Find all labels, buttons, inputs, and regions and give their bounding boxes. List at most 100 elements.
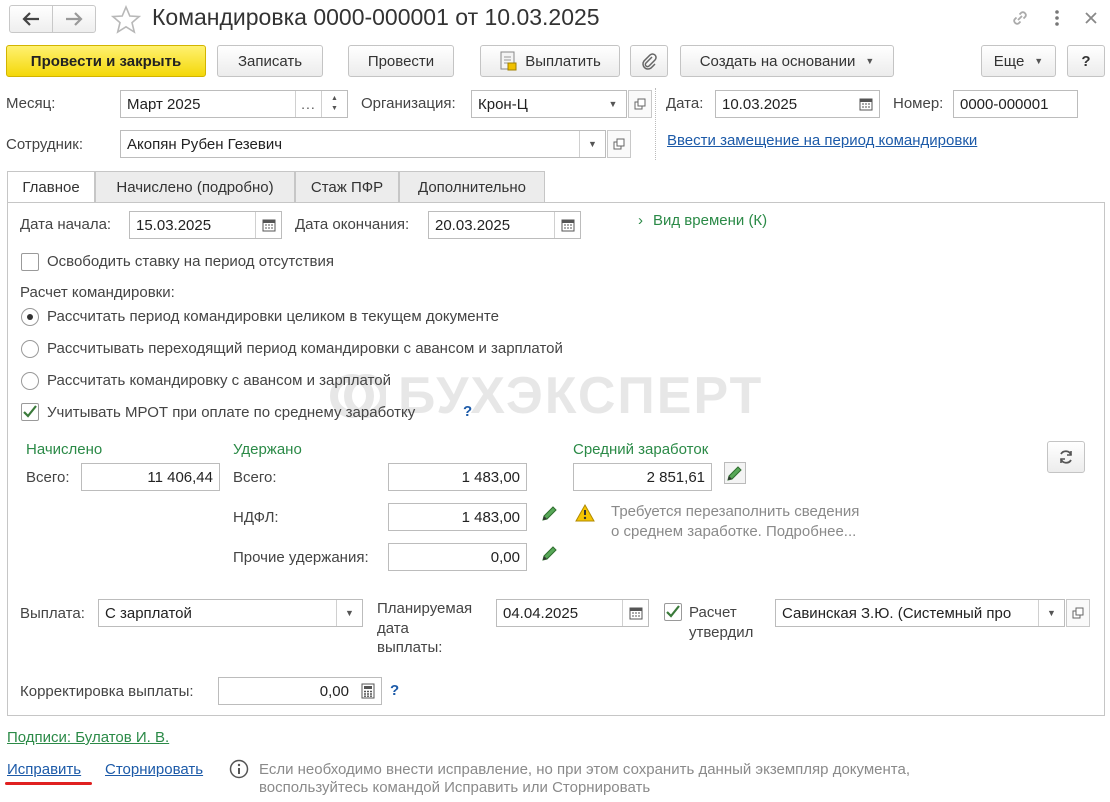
- start-date-field[interactable]: 15.03.2025: [129, 211, 282, 239]
- signatures-link[interactable]: Подписи: Булатов И. В.: [7, 729, 169, 746]
- pay-button-label: Выплатить: [525, 52, 601, 70]
- calendar-icon[interactable]: [622, 600, 648, 626]
- star-icon[interactable]: [111, 5, 141, 35]
- mrot-help-icon[interactable]: ?: [463, 403, 472, 420]
- edit-other-deductions-pencil-icon[interactable]: [540, 543, 560, 563]
- dropdown-arrow-icon: ▼: [865, 56, 875, 66]
- end-date-field[interactable]: 20.03.2025: [428, 211, 581, 239]
- accrued-title: Начислено: [26, 441, 103, 458]
- approved-label-1: Расчет: [689, 604, 737, 621]
- free-rate-checkbox[interactable]: [21, 253, 39, 271]
- open-window-icon: [1072, 607, 1084, 619]
- number-label: Номер:: [893, 95, 944, 112]
- pencil-icon: [727, 466, 742, 481]
- calc-title: Расчет командировки:: [20, 284, 175, 301]
- chevron-down-icon[interactable]: ▼: [600, 91, 626, 117]
- storno-link[interactable]: Сторнировать: [105, 761, 203, 778]
- calendar-icon[interactable]: [255, 212, 281, 238]
- month-field[interactable]: Март 2025 ... ▲ ▼: [120, 90, 348, 118]
- pay-button[interactable]: Выплатить: [480, 45, 620, 77]
- save-button[interactable]: Записать: [217, 45, 323, 77]
- edit-ndfl-pencil-icon[interactable]: [540, 503, 560, 523]
- correction-help-icon[interactable]: ?: [390, 682, 399, 699]
- warning-icon: [575, 504, 595, 522]
- calendar-icon[interactable]: [554, 212, 580, 238]
- warning-text-line1: Требуется перезаполнить сведения: [611, 503, 860, 520]
- number-field[interactable]: 0000-000001: [953, 90, 1078, 118]
- watermark-text: БУХЭКСПЕРТ: [398, 367, 764, 425]
- more-button-label: Еще: [993, 52, 1025, 70]
- month-spinner[interactable]: ▲ ▼: [321, 91, 347, 117]
- calendar-icon[interactable]: [853, 91, 879, 117]
- payment-value: С зарплатой: [105, 604, 192, 622]
- fix-red-underline: [5, 782, 92, 785]
- planned-date-label-2: дата: [377, 620, 409, 637]
- tab-additional[interactable]: Дополнительно: [399, 171, 545, 202]
- approved-checkbox[interactable]: [664, 603, 682, 621]
- ndfl-label: НДФЛ:: [233, 509, 279, 526]
- radio-with-advance[interactable]: [21, 372, 39, 390]
- calculator-icon[interactable]: [355, 678, 381, 704]
- avg-earnings-title: Средний заработок: [573, 441, 709, 458]
- warning-text-line2[interactable]: о среднем заработке. Подробнее...: [611, 523, 856, 540]
- more-button[interactable]: Еще ▼: [981, 45, 1056, 77]
- post-button[interactable]: Провести: [348, 45, 454, 77]
- tab-accrued-detail[interactable]: Начислено (подробно): [95, 171, 295, 202]
- forward-button[interactable]: [52, 5, 96, 33]
- close-icon[interactable]: [1083, 10, 1099, 26]
- avg-earnings-field: 2 851,61: [573, 463, 712, 491]
- employee-field[interactable]: Акопян Рубен Гезевич ▼: [120, 130, 606, 158]
- tab-pfr-experience[interactable]: Стаж ПФР: [295, 171, 399, 202]
- radio-whole-period-label: Рассчитать период командировки целиком в…: [47, 308, 499, 325]
- radio-whole-period[interactable]: [21, 308, 39, 326]
- open-approved-by-button[interactable]: [1066, 599, 1090, 627]
- open-organization-button[interactable]: [628, 90, 652, 118]
- replacement-link[interactable]: Ввести замещение на период командировки: [667, 132, 977, 149]
- arrow-left-icon: [22, 12, 39, 26]
- refresh-button[interactable]: [1047, 441, 1085, 473]
- organization-field[interactable]: Крон-Ц ▼: [471, 90, 627, 118]
- edit-avg-earnings-button[interactable]: [724, 462, 746, 484]
- fix-link[interactable]: Исправить: [7, 761, 81, 778]
- ndfl-value: 1 483,00: [461, 508, 520, 526]
- employee-value: Акопян Рубен Гезевич: [127, 135, 283, 153]
- chevron-down-icon[interactable]: ▼: [579, 131, 605, 157]
- end-date-label: Дата окончания:: [295, 216, 410, 233]
- radio-transitional-period[interactable]: [21, 340, 39, 358]
- spin-up-icon[interactable]: ▲: [331, 94, 338, 104]
- link-icon[interactable]: [1010, 8, 1030, 28]
- more-vert-icon[interactable]: [1050, 8, 1064, 28]
- month-label: Месяц:: [6, 95, 56, 112]
- tab-main[interactable]: Главное: [7, 171, 95, 203]
- spin-down-icon[interactable]: ▼: [331, 104, 338, 114]
- mrot-checkbox[interactable]: [21, 403, 39, 421]
- mrot-label: Учитывать МРОТ при оплате по среднему за…: [47, 404, 416, 421]
- planned-date-value: 04.04.2025: [503, 604, 579, 622]
- select-button[interactable]: ...: [295, 91, 321, 117]
- correction-field[interactable]: 0,00: [218, 677, 382, 705]
- planned-date-field[interactable]: 04.04.2025: [496, 599, 649, 627]
- open-window-icon: [613, 138, 625, 150]
- paperclip-icon: [642, 53, 657, 70]
- approved-by-field[interactable]: Савинская З.Ю. (Системный про ▼: [775, 599, 1065, 627]
- arrow-right-icon: [66, 12, 83, 26]
- chevron-down-icon[interactable]: ▼: [1038, 600, 1064, 626]
- vertical-divider: [655, 88, 656, 160]
- info-icon: [229, 759, 249, 779]
- payment-label: Выплата:: [20, 605, 85, 622]
- attach-button[interactable]: [630, 45, 668, 77]
- chevron-down-icon[interactable]: ▼: [336, 600, 362, 626]
- start-date-value: 15.03.2025: [136, 216, 212, 234]
- post-and-close-button[interactable]: Провести и закрыть: [6, 45, 206, 77]
- approved-by-value: Савинская З.Ю. (Системный про: [782, 604, 1012, 622]
- create-based-on-button[interactable]: Создать на основании ▼: [680, 45, 894, 77]
- back-button[interactable]: [9, 5, 53, 33]
- date-field[interactable]: 10.03.2025: [715, 90, 880, 118]
- time-kind-link[interactable]: › Вид времени (К): [638, 212, 767, 229]
- payment-field[interactable]: С зарплатой ▼: [98, 599, 363, 627]
- free-rate-label: Освободить ставку на период отсутствия: [47, 253, 334, 270]
- planned-date-label-1: Планируемая: [377, 600, 473, 617]
- accrued-total-field: 11 406,44: [81, 463, 220, 491]
- open-employee-button[interactable]: [607, 130, 631, 158]
- help-button[interactable]: ?: [1067, 45, 1105, 77]
